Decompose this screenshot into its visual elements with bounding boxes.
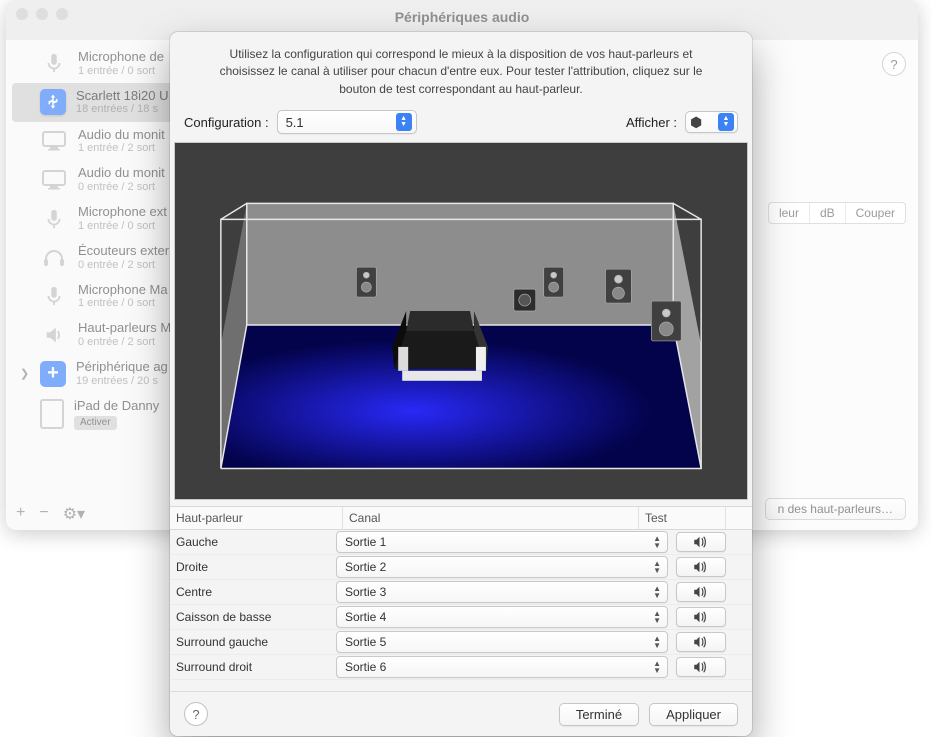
speaker-config-sheet: Utilisez la configuration qui correspond…	[170, 32, 752, 736]
chevron-updown-icon: ▲▼	[718, 113, 734, 131]
chevron-updown-icon: ▲▼	[653, 535, 661, 549]
configure-speakers-button[interactable]: n des haut-parleurs…	[765, 498, 906, 520]
channel-row: Caisson de basse Sortie 4 ▲▼	[170, 605, 752, 630]
speaker-icon	[40, 321, 68, 349]
gear-menu-button[interactable]: ⚙︎▾	[63, 504, 85, 524]
sheet-intro: Utilisez la configuration qui correspond…	[170, 32, 752, 110]
channel-table-body: GaucheSortie 1▲▼DroiteSortie 2▲▼CentreSo…	[170, 530, 752, 680]
col-channel: Canal	[343, 507, 639, 529]
view-mode-popup[interactable]: ⬢ ▲▼	[685, 111, 738, 133]
device-io-summary: 1 entrée / 0 sort	[78, 220, 167, 233]
speaker-name: Caisson de basse	[170, 610, 336, 624]
device-io-summary: 1 entrée / 2 sort	[78, 142, 165, 155]
chevron-right-icon[interactable]: ❯	[20, 367, 29, 380]
device-name: Périphérique ag	[76, 359, 168, 375]
configuration-value: 5.1	[286, 115, 304, 130]
ipad-icon	[40, 399, 64, 429]
col-db: dB	[810, 203, 846, 223]
add-device-button[interactable]: +	[16, 504, 25, 524]
col-mute: Couper	[846, 203, 905, 223]
speaker-name: Surround gauche	[170, 635, 336, 649]
device-io-summary: 19 entrées / 20 s	[76, 375, 168, 388]
chevron-updown-icon: ▲▼	[396, 113, 412, 131]
channel-row: Surround gauche Sortie 5 ▲▼	[170, 630, 752, 655]
device-io-summary: 1 entrée / 0 sort	[78, 65, 164, 78]
apply-button[interactable]: Appliquer	[649, 703, 738, 726]
help-button[interactable]: ?	[882, 52, 906, 76]
col-leur: leur	[769, 203, 810, 223]
channel-select[interactable]: Sortie 6 ▲▼	[336, 656, 668, 678]
device-name: Audio du monit	[78, 165, 165, 181]
test-speaker-button[interactable]	[676, 532, 726, 552]
device-name: iPad de Danny	[74, 398, 159, 414]
room-3d-view[interactable]	[174, 142, 748, 500]
chevron-updown-icon: ▲▼	[653, 560, 661, 574]
speaker-name: Centre	[170, 585, 336, 599]
window-title: Périphériques audio	[6, 9, 918, 25]
headphones-icon	[40, 243, 68, 271]
device-name: Microphone Ma	[78, 282, 168, 298]
channel-select[interactable]: Sortie 1 ▲▼	[336, 531, 668, 553]
channel-value: Sortie 4	[345, 610, 386, 624]
microphone-icon	[40, 282, 68, 310]
test-speaker-button[interactable]	[676, 657, 726, 677]
remove-device-button[interactable]: −	[39, 504, 48, 524]
test-speaker-button[interactable]	[676, 607, 726, 627]
display-icon	[40, 166, 68, 194]
device-io-summary: 0 entrée / 2 sort	[78, 336, 171, 349]
col-speaker: Haut-parleur	[170, 507, 343, 529]
usb-icon	[40, 89, 66, 115]
device-io-summary: 18 entrées / 18 s	[76, 103, 169, 116]
channel-row: Centre Sortie 3 ▲▼	[170, 580, 752, 605]
channel-value: Sortie 2	[345, 560, 386, 574]
configuration-popup[interactable]: 5.1 ▲▼	[277, 110, 417, 134]
device-name: Microphone de	[78, 49, 164, 65]
channel-select[interactable]: Sortie 3 ▲▼	[336, 581, 668, 603]
channel-select[interactable]: Sortie 2 ▲▼	[336, 556, 668, 578]
display-icon	[40, 127, 68, 155]
microphone-icon	[40, 49, 68, 77]
device-name: Audio du monit	[78, 127, 165, 143]
channel-value: Sortie 1	[345, 535, 386, 549]
channel-select[interactable]: Sortie 5 ▲▼	[336, 631, 668, 653]
device-name: Écouteurs exter	[78, 243, 169, 259]
speaker-name: Surround droit	[170, 660, 336, 674]
speaker-name: Gauche	[170, 535, 336, 549]
device-name: Haut-parleurs M	[78, 320, 171, 336]
channel-table-header: Haut-parleur Canal Test	[170, 506, 752, 530]
device-io-summary: 0 entrée / 2 sort	[78, 259, 169, 272]
done-button[interactable]: Terminé	[559, 703, 639, 726]
chevron-updown-icon: ▲▼	[653, 660, 661, 674]
configuration-label: Configuration :	[184, 115, 269, 130]
cube-icon: ⬢	[690, 114, 702, 131]
test-speaker-button[interactable]	[676, 632, 726, 652]
channel-row: Droite Sortie 2 ▲▼	[170, 555, 752, 580]
device-io-summary: 1 entrée / 0 sort	[78, 297, 168, 310]
chevron-updown-icon: ▲▼	[653, 585, 661, 599]
channel-select[interactable]: Sortie 4 ▲▼	[336, 606, 668, 628]
chevron-updown-icon: ▲▼	[653, 635, 661, 649]
test-speaker-button[interactable]	[676, 557, 726, 577]
device-name: Scarlett 18i20 U	[76, 88, 169, 104]
test-speaker-button[interactable]	[676, 582, 726, 602]
channel-row: Gauche Sortie 1 ▲▼	[170, 530, 752, 555]
channel-value: Sortie 5	[345, 635, 386, 649]
channel-value: Sortie 6	[345, 660, 386, 674]
speaker-name: Droite	[170, 560, 336, 574]
device-io-summary: 0 entrée / 2 sort	[78, 181, 165, 194]
chevron-updown-icon: ▲▼	[653, 610, 661, 624]
activate-badge[interactable]: Activer	[74, 416, 117, 430]
help-button[interactable]: ?	[184, 702, 208, 726]
microphone-icon	[40, 205, 68, 233]
device-name: Microphone ext	[78, 204, 167, 220]
col-test: Test	[639, 507, 726, 529]
show-label: Afficher :	[626, 115, 677, 130]
channel-row: Surround droit Sortie 6 ▲▼	[170, 655, 752, 680]
channel-value: Sortie 3	[345, 585, 386, 599]
aggregate-device-icon: +	[40, 361, 66, 387]
column-headers: leur dB Couper	[768, 202, 906, 224]
